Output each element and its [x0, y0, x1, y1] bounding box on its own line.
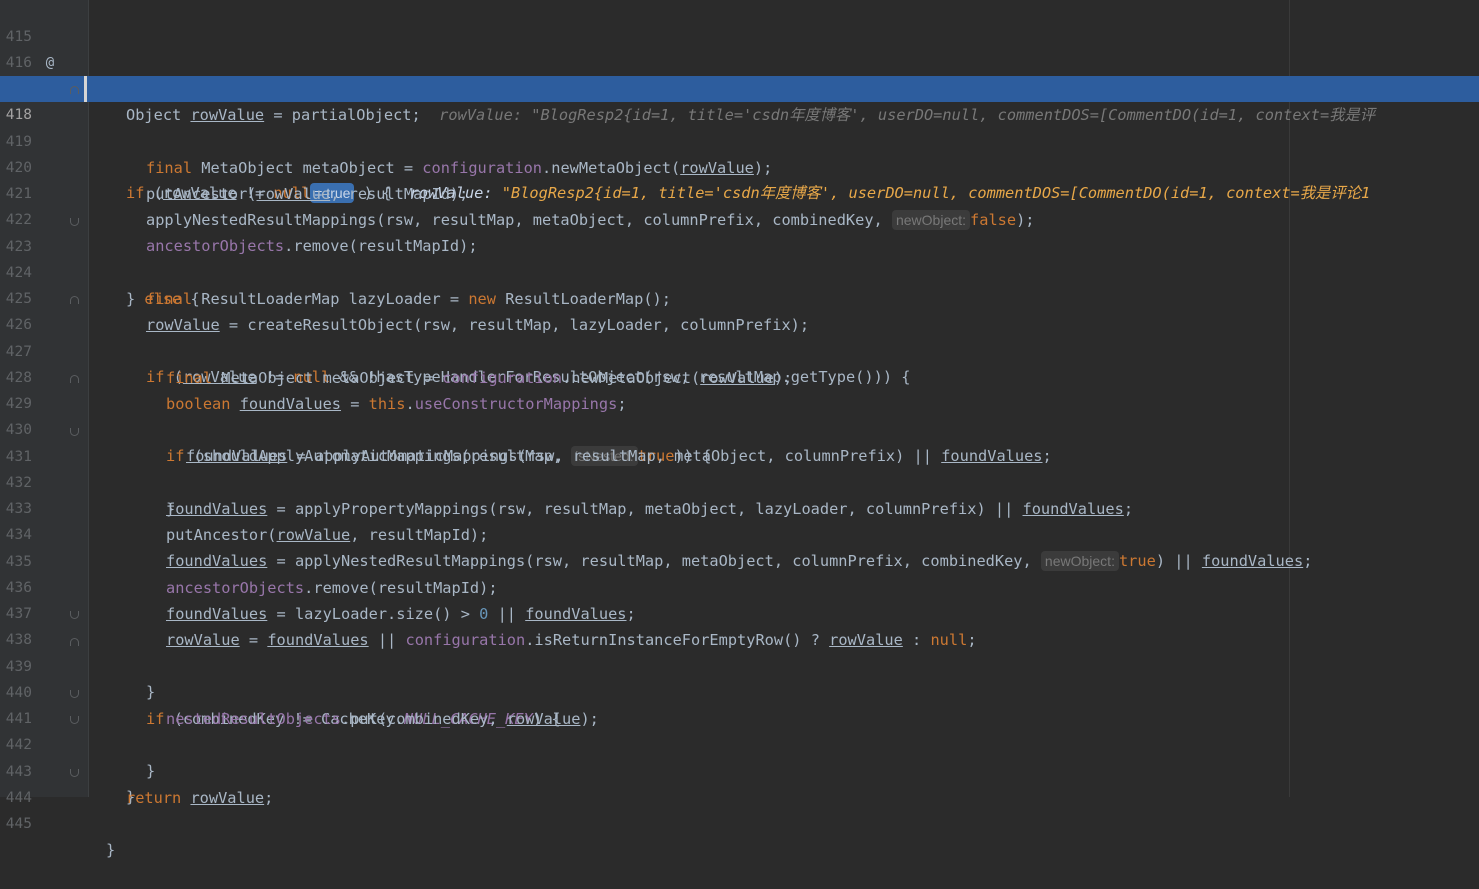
fold-toggle-icon[interactable] — [70, 716, 79, 724]
fold-toggle-icon[interactable] — [70, 86, 79, 94]
code-line-442[interactable]: 442 } — [0, 706, 1479, 806]
code-line-437[interactable]: 437 rowValue = foundValues || configurat… — [0, 575, 1479, 649]
execution-point-marker — [84, 76, 87, 102]
code-line-418-current-execution[interactable]: 418 if (rowValue != null = true ) { rowVa… — [0, 76, 1479, 203]
code-line-440[interactable]: 440 nestedResultObjects.put(combinedKey,… — [0, 654, 1479, 728]
code-line-443[interactable]: 443 return rowValue; — [0, 733, 1479, 807]
line-number: 445 — [5, 816, 32, 832]
fold-toggle-icon[interactable] — [70, 769, 79, 777]
code-line-441[interactable]: 441 } — [0, 680, 1479, 780]
code-line-417[interactable]: 417 Object rowValue = partialObject; row… — [0, 50, 1479, 124]
code-line-439[interactable]: 439 if (combinedKey != CacheKey.NULL_CAC… — [0, 628, 1479, 728]
code-line-427[interactable]: 427 final MetaObject metaObject = config… — [0, 313, 1479, 387]
code-line-435[interactable]: 435 ancestorObjects.remove(resultMapId); — [0, 523, 1479, 597]
code-line-445[interactable]: 445 — [0, 785, 1479, 832]
code-line-415[interactable]: 415 @ private Object getRowValue(ResultS… — [0, 0, 1479, 98]
code-line-433[interactable]: 433 putAncestor(rowValue, resultMapId); — [0, 470, 1479, 544]
code-line-421[interactable]: 421 applyNestedResultMappings(rsw, resul… — [0, 155, 1479, 230]
code-line-424[interactable]: 424 final ResultLoaderMap lazyLoader = n… — [0, 234, 1479, 308]
code-line-425[interactable]: 425 rowValue = createResultObject(rsw, r… — [0, 260, 1479, 334]
fold-toggle-icon[interactable] — [70, 428, 79, 436]
code-line-431[interactable]: 431 } — [0, 418, 1479, 518]
code-line-438[interactable]: 438 } — [0, 601, 1479, 701]
fold-toggle-icon[interactable] — [70, 690, 79, 698]
code-text: } — [106, 841, 116, 859]
code-line-432[interactable]: 432 foundValues = applyPropertyMappings(… — [0, 444, 1479, 518]
fold-toggle-icon[interactable] — [70, 638, 79, 646]
code-line-428[interactable]: 428 boolean foundValues = this.useConstr… — [0, 339, 1479, 413]
code-editor[interactable]: 415 @ private Object getRowValue(ResultS… — [0, 0, 1479, 859]
code-line-419[interactable]: 419 final MetaObject metaObject = config… — [0, 103, 1479, 177]
fold-toggle-icon[interactable] — [70, 375, 79, 383]
code-line-444[interactable]: 444 } — [0, 759, 1479, 859]
code-line-434[interactable]: 434 foundValues = applyNestedResultMappi… — [0, 496, 1479, 571]
code-line-420[interactable]: 420 putAncestor(rowValue, resultMapId); — [0, 129, 1479, 203]
fold-toggle-icon[interactable] — [70, 611, 79, 619]
code-line-423[interactable]: 423 } else { — [0, 208, 1479, 308]
code-line-429[interactable]: 429 if (shouldApplyAutomaticMappings(res… — [0, 365, 1479, 466]
code-line-430[interactable]: 430 foundValues = applyAutomaticMappings… — [0, 391, 1479, 465]
code-line-426[interactable]: 426 if (rowValue != null && !hasTypeHand… — [0, 286, 1479, 386]
fold-toggle-icon[interactable] — [70, 218, 79, 226]
fold-toggle-icon[interactable] — [70, 296, 79, 304]
code-line-436[interactable]: 436 foundValues = lazyLoader.size() > 0 … — [0, 549, 1479, 623]
code-line-422[interactable]: 422 ancestorObjects.remove(resultMapId); — [0, 181, 1479, 255]
code-line-416[interactable]: 416 final String resultMapId = resultMap… — [0, 24, 1479, 98]
